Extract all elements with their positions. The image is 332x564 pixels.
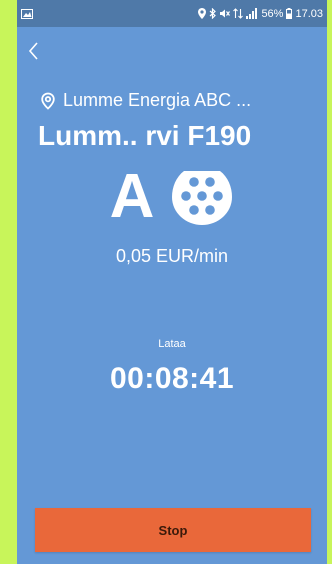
battery-icon bbox=[286, 8, 293, 19]
chevron-left-icon bbox=[28, 42, 38, 60]
bluetooth-icon bbox=[210, 8, 217, 19]
location-icon bbox=[198, 8, 207, 19]
map-pin-icon bbox=[41, 92, 55, 110]
type2-connector-icon bbox=[172, 171, 233, 225]
operator-row: Lumme Energia ABC ... bbox=[39, 90, 317, 111]
phone-screen: 56% 17.03 Lumme Energia ABC ... Lumm.. r… bbox=[17, 0, 327, 564]
mute-icon bbox=[220, 9, 231, 18]
stop-button[interactable]: Stop bbox=[35, 508, 311, 552]
back-button[interactable] bbox=[27, 40, 51, 64]
data-icon bbox=[233, 8, 244, 19]
image-notification-icon bbox=[21, 8, 33, 19]
operator-name: Lumme Energia ABC ... bbox=[63, 90, 252, 110]
charging-timer: 00:08:41 bbox=[109, 362, 235, 395]
battery-percent: 56% bbox=[261, 7, 284, 20]
status-bar: 56% 17.03 bbox=[17, 0, 327, 27]
station-title: Lumm.. rvi F190 bbox=[38, 120, 252, 151]
price-rate: 0,05 EUR/min bbox=[115, 246, 229, 266]
connector-letter: A bbox=[109, 162, 155, 231]
charging-status-label: Lataa bbox=[158, 338, 186, 350]
connector-info: A bbox=[17, 165, 327, 229]
clock: 17.03 bbox=[295, 7, 323, 20]
signal-icon bbox=[246, 8, 258, 19]
